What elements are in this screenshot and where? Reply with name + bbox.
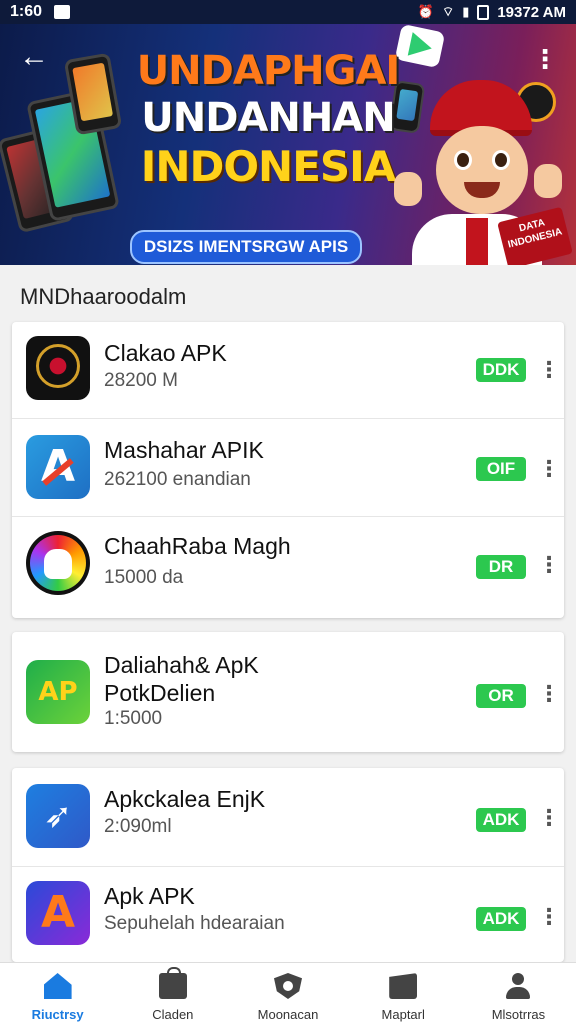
app-subtitle: 15000 da (104, 567, 184, 588)
seal-emblem-icon (26, 336, 90, 400)
app-list-card: AP Daliahah& ApK PotkDelien 1:5000 OR ⋮ (12, 632, 564, 752)
nav-item-shop[interactable]: Claden (115, 963, 230, 1024)
install-button[interactable]: DR (476, 555, 526, 579)
banner-title-line: INDONESIA (140, 142, 397, 191)
app-title: Daliahah& ApK (104, 652, 259, 678)
app-list-item[interactable]: ➶ Apkckalea EnjK 2:090ml ADK ⋮ (12, 768, 564, 866)
status-bar: 1:60 ⏰ ⌔ ▮ 19372 AM (0, 0, 576, 24)
banner-title: UNDAPHGAI UNDANHAN INDONESIA (118, 48, 418, 192)
app-subtitle: 1:5000 (104, 708, 163, 729)
notification-icon (54, 5, 71, 19)
banner-title-line: UNDAPHGAI (136, 48, 401, 94)
status-clock-text: 19372 AM (497, 3, 566, 21)
more-vertical-icon[interactable]: ⋮ (532, 44, 558, 75)
install-button[interactable]: ADK (476, 808, 526, 832)
a-letter-icon: A (26, 435, 90, 499)
bottom-navigation: Riuctrsy Claden Moonacan Maptarl Mlsotrr… (0, 962, 576, 1024)
rainbow-skull-icon (26, 531, 90, 595)
app-subtitle: 262100 enandian (104, 469, 251, 490)
app-title: Mashahar APIK (104, 437, 264, 463)
install-button[interactable]: OIF (476, 457, 526, 481)
app-title: Apk APK (104, 883, 195, 909)
back-arrow-icon[interactable]: ← (16, 42, 52, 78)
paper-plane-icon: ➶ (26, 784, 90, 848)
user-icon (504, 973, 532, 999)
nav-label: Moonacan (257, 1007, 319, 1022)
nav-label: Mlsotrras (491, 1007, 546, 1022)
more-vertical-icon[interactable]: ⋮ (538, 682, 560, 708)
banner-title-line: UNDANHAN (141, 95, 396, 141)
nav-label: Maptarl (381, 1007, 425, 1022)
app-list-item[interactable]: A Apk APK Sepuhelah hdearaian ADK ⋮ (12, 866, 564, 962)
more-vertical-icon[interactable]: ⋮ (538, 905, 560, 931)
promo-banner[interactable]: UNDAPHGAI UNDANHAN INDONESIA DSIZS IMENT… (0, 24, 576, 265)
section-title: MNDhaaroodalm (20, 284, 187, 309)
app-list-item[interactable]: A Mashahar APIK 262100 enandian OIF ⋮ (12, 418, 564, 516)
more-vertical-icon[interactable]: ⋮ (538, 457, 560, 483)
nav-label: Claden (152, 1007, 194, 1022)
home-icon (43, 973, 72, 999)
app-title: Apkckalea EnjK (104, 786, 266, 812)
app-subtitle: 2:090ml (104, 816, 172, 837)
nav-item-home[interactable]: Riuctrsy (0, 963, 115, 1024)
app-list-item[interactable]: Clakao APK 28200 M DDK ⋮ (12, 322, 564, 418)
app-title: Clakao APK (104, 340, 227, 366)
more-vertical-icon[interactable]: ⋮ (538, 553, 560, 579)
app-title: ChaahRaba Magh (104, 533, 291, 559)
app-list-item[interactable]: ChaahRaba Magh 15000 da DR ⋮ (12, 516, 564, 618)
app-list-card: ➶ Apkckalea EnjK 2:090ml ADK ⋮ A Apk APK… (12, 768, 564, 962)
nav-item-profile[interactable]: Mlsotrras (461, 963, 576, 1024)
app-list-card: Clakao APK 28200 M DDK ⋮ A Mashahar APIK… (12, 322, 564, 618)
status-time: 1:60 (10, 3, 43, 20)
app-subtitle: Sepuhelah hdearaian (104, 913, 285, 934)
signal-icon: ▮ (462, 4, 470, 19)
app-title-line2: PotkDelien (104, 680, 216, 706)
alarm-icon: ⏰ (417, 4, 434, 19)
install-button[interactable]: ADK (476, 907, 526, 931)
nav-item-security[interactable]: Moonacan (230, 963, 345, 1024)
more-vertical-icon[interactable]: ⋮ (538, 358, 560, 384)
wifi-icon: ⌔ (441, 4, 455, 19)
banner-subtitle-pill[interactable]: DSIZS IMENTSRGW APIS (130, 230, 362, 264)
green-badge-icon: AP (26, 660, 90, 724)
battery-icon (477, 4, 490, 20)
app-subtitle: 28200 M (104, 370, 178, 391)
app-list-item[interactable]: AP Daliahah& ApK PotkDelien 1:5000 OR ⋮ (12, 632, 564, 752)
more-vertical-icon[interactable]: ⋮ (538, 806, 560, 832)
a-letter-icon: A (26, 881, 90, 945)
mail-icon (389, 973, 418, 999)
nav-label: Riuctrsy (31, 1007, 84, 1022)
shopping-bag-icon (158, 967, 187, 999)
install-button[interactable]: DDK (476, 358, 526, 382)
install-button[interactable]: OR (476, 684, 526, 708)
shield-icon (274, 973, 302, 999)
nav-item-messages[interactable]: Maptarl (346, 963, 461, 1024)
